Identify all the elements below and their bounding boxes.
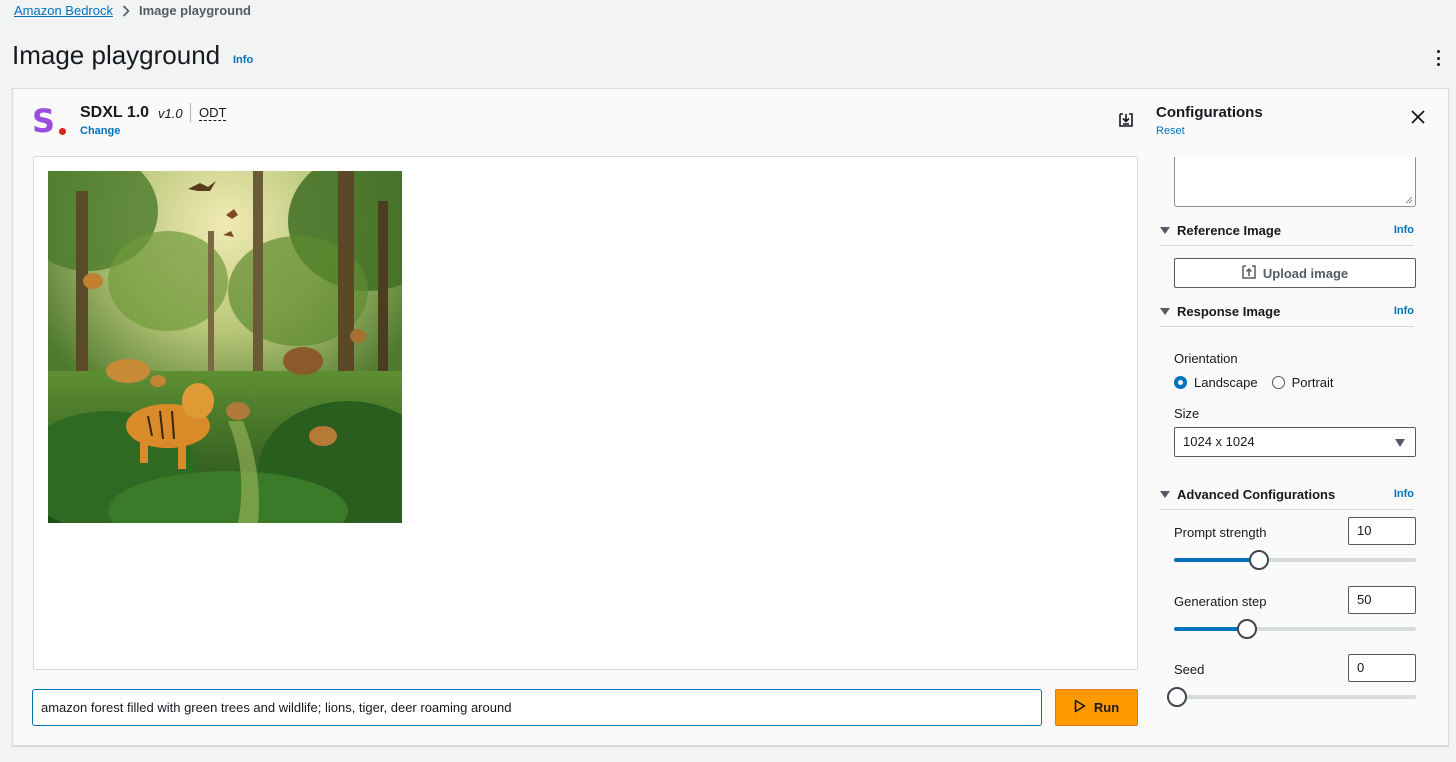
generated-image[interactable] <box>48 171 402 523</box>
prompt-strength-label: Prompt strength <box>1174 525 1267 540</box>
breadcrumb: Amazon Bedrock Image playground <box>14 3 251 18</box>
page-title: Image playground <box>12 40 221 70</box>
size-label: Size <box>1174 406 1200 421</box>
radio-label: Portrait <box>1291 375 1334 390</box>
slider-thumb[interactable] <box>1237 619 1257 639</box>
stability-logo-icon: S <box>32 102 70 140</box>
upload-image-button[interactable]: Upload image <box>1174 258 1416 288</box>
run-label: Run <box>1093 700 1120 715</box>
caret-down-icon <box>1160 308 1170 315</box>
playground-panel: S SDXL 1.0 v1.0 ODT Change amazon forest… <box>12 88 1449 746</box>
generation-step-label: Generation step <box>1174 594 1267 609</box>
seed-input[interactable]: 0 <box>1348 654 1416 682</box>
radio-button[interactable] <box>1271 376 1285 389</box>
divider <box>190 103 191 122</box>
generation-step-input[interactable]: 50 <box>1348 586 1416 614</box>
configurations-title: Configurations <box>1156 104 1263 121</box>
breadcrumb-amazon-bedrock[interactable]: Amazon Bedrock <box>14 3 113 18</box>
model-odt-tag[interactable]: ODT <box>199 106 227 121</box>
caret-down-icon <box>1395 439 1405 447</box>
advanced-info-link[interactable]: Info <box>1394 488 1414 500</box>
download-icon[interactable] <box>1117 111 1135 129</box>
caret-down-icon <box>1160 227 1170 234</box>
slider-thumb[interactable] <box>1167 687 1187 707</box>
radio-landscape[interactable]: Landscape <box>1174 375 1258 390</box>
section-label: Advanced Configurations <box>1177 487 1336 502</box>
advanced-configurations-section[interactable]: Advanced Configurations Info <box>1160 486 1414 510</box>
breadcrumb-current: Image playground <box>139 3 251 18</box>
upload-icon <box>1242 264 1256 282</box>
orientation-radio-group: Landscape Portrait <box>1174 375 1334 390</box>
reference-info-link[interactable]: Info <box>1394 224 1414 236</box>
close-icon[interactable] <box>1410 109 1426 125</box>
size-value: 1024 x 1024 <box>1183 434 1255 449</box>
play-icon <box>1074 699 1086 716</box>
response-image-section[interactable]: Response Image Info <box>1160 303 1414 327</box>
model-name: SDXL 1.0 <box>80 104 150 121</box>
page-info-link[interactable]: Info <box>233 54 253 66</box>
radio-portrait[interactable]: Portrait <box>1271 375 1334 390</box>
size-select[interactable]: 1024 x 1024 <box>1174 427 1416 457</box>
radio-button[interactable] <box>1174 376 1187 389</box>
reset-link[interactable]: Reset <box>1156 125 1185 137</box>
section-label: Response Image <box>1177 304 1281 319</box>
section-label: Reference Image <box>1177 223 1282 238</box>
resize-grip-icon[interactable] <box>1405 196 1413 204</box>
prompt-strength-slider[interactable] <box>1174 550 1416 570</box>
run-button[interactable]: Run <box>1055 689 1138 726</box>
prompt-strength-input[interactable]: 10 <box>1348 517 1416 545</box>
caret-down-icon <box>1160 491 1170 498</box>
more-options-icon[interactable] <box>1432 50 1444 66</box>
seed-slider[interactable] <box>1167 687 1416 707</box>
model-version: v1.0 <box>158 106 183 121</box>
chevron-right-icon <box>122 4 130 17</box>
slider-thumb[interactable] <box>1249 550 1269 570</box>
prompt-input[interactable] <box>32 689 1042 726</box>
change-model-link[interactable]: Change <box>80 125 120 137</box>
response-info-link[interactable]: Info <box>1394 305 1414 317</box>
radio-label: Landscape <box>1194 375 1258 390</box>
reference-image-section[interactable]: Reference Image Info <box>1160 222 1414 246</box>
orientation-label: Orientation <box>1174 351 1238 366</box>
seed-label: Seed <box>1174 662 1205 677</box>
image-canvas <box>33 156 1138 670</box>
generation-step-slider[interactable] <box>1174 619 1416 639</box>
negative-prompt-textarea[interactable] <box>1174 157 1416 207</box>
upload-label: Upload image <box>1262 265 1349 281</box>
